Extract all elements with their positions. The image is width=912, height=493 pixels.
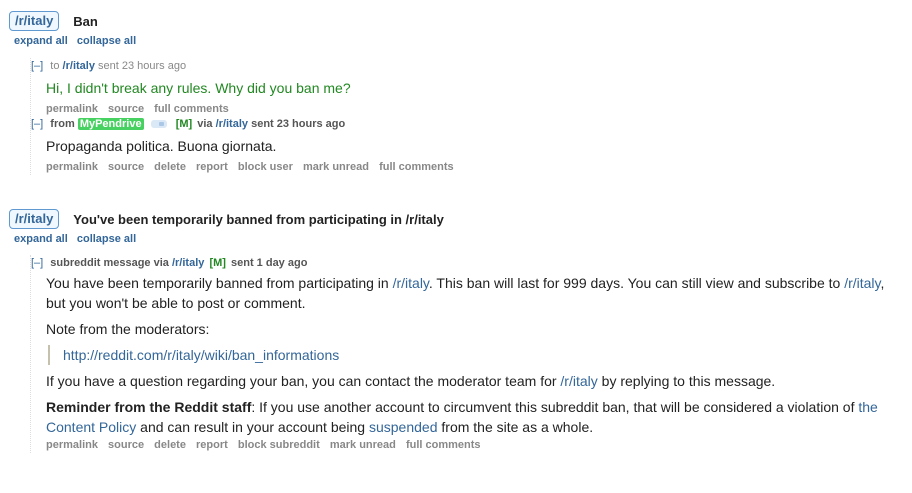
mark-unread-link[interactable]: mark unread [330,439,396,451]
sent-time: sent 23 hours ago [251,118,346,130]
message-item: [–] to /r/italy sent 23 hours ago Hi, I … [30,58,351,117]
moderator-note-quote: http://reddit.com/r/italy/wiki/ban_infor… [48,345,891,365]
ban-paragraph: You have been temporarily banned from pa… [46,273,891,313]
source-link[interactable]: source [108,161,144,173]
expand-controls: expand all collapse all [14,35,142,47]
ban-info-wiki-link[interactable]: http://reddit.com/r/italy/wiki/ban_infor… [63,347,339,363]
message-tagline: [–] subreddit message via /r/italy [M] s… [31,255,891,271]
recipient-link[interactable]: /r/italy [63,60,95,72]
message-thread-ban-notice: /r/italy You've been temporarily banned … [9,208,444,245]
reminder-text-c: from the site as a whole. [437,419,594,435]
collapse-toggle[interactable]: [–] [31,118,43,130]
subreddit-link[interactable]: /r/italy [172,257,204,269]
contact-text-a: If you have a question regarding your ba… [46,373,561,389]
block-user-link[interactable]: block user [238,161,293,173]
source-link[interactable]: source [108,439,144,451]
subreddit-inline-link[interactable]: /r/italy [844,275,880,291]
block-subreddit-link[interactable]: block subreddit [238,439,320,451]
thread-header: /r/italy You've been temporarily banned … [9,208,444,230]
message-actions: permalink source delete report block use… [46,159,461,175]
message-text: Hi, I didn't break any rules. Why did yo… [46,80,351,96]
thread-subject: Ban [73,13,98,29]
message-actions: permalink source full comments [46,101,351,117]
reminder-text-a: : If you use another account to circumve… [251,399,859,415]
via-label: via [197,118,213,130]
sent-time: sent 1 day ago [231,257,308,269]
message-thread-ban: /r/italy Ban expand all collapse all [9,10,142,47]
sent-time: sent 23 hours ago [98,60,187,72]
collapse-all-link[interactable]: collapse all [77,35,136,47]
message-tagline: [–] from MyPendrive [M] via /r/italy sen… [31,116,461,132]
subreddit-inline-link[interactable]: /r/italy [393,275,429,291]
collapse-toggle[interactable]: [–] [31,257,43,269]
expand-all-link[interactable]: expand all [14,35,68,47]
reminder-text-b: and can result in your account being [136,419,369,435]
subreddit-pill[interactable]: /r/italy [9,11,60,31]
collapse-all-link[interactable]: collapse all [77,233,136,245]
ban-text-b: . This ban will last for 999 days. You c… [428,275,845,291]
message-body: You have been temporarily banned from pa… [46,273,891,437]
expand-all-link[interactable]: expand all [14,233,68,245]
permalink-link[interactable]: permalink [46,103,98,115]
permalink-link[interactable]: permalink [46,161,98,173]
message-item: [–] subreddit message via /r/italy [M] s… [30,255,891,453]
report-link[interactable]: report [196,439,228,451]
report-link[interactable]: report [196,161,228,173]
expand-controls: expand all collapse all [14,233,444,245]
author-link[interactable]: MyPendrive [77,118,144,130]
message-actions: permalink source delete report block sub… [46,437,891,453]
message-item: [–] from MyPendrive [M] via /r/italy sen… [30,116,461,175]
collapse-toggle[interactable]: [–] [31,60,43,72]
delete-link[interactable]: delete [154,161,186,173]
subreddit-link[interactable]: /r/italy [216,118,248,130]
tagline-prefix: subreddit message via [50,257,169,269]
moderator-badge: [M] [175,118,193,130]
mark-unread-link[interactable]: mark unread [303,161,369,173]
subreddit-pill[interactable]: /r/italy [9,209,60,229]
source-link[interactable]: source [108,103,144,115]
moderator-note-label: Note from the moderators: [46,321,210,337]
permalink-link[interactable]: permalink [46,439,98,451]
ban-text-a: You have been temporarily banned from pa… [46,275,393,291]
tagline-prefix: to [50,60,60,72]
message-body: Propaganda politica. Buona giornata. [46,136,461,156]
staff-reminder-paragraph: Reminder from the Reddit staff: If you u… [46,397,891,437]
message-text: Propaganda politica. Buona giornata. [46,138,277,154]
full-comments-link[interactable]: full comments [154,103,229,115]
thread-header: /r/italy Ban [9,10,142,32]
message-tagline: [–] to /r/italy sent 23 hours ago [31,58,351,74]
moderator-badge: [M] [209,257,226,269]
subreddit-inline-link[interactable]: /r/italy [560,373,597,389]
mod-mail-icon [150,120,167,129]
message-body: Hi, I didn't break any rules. Why did yo… [46,78,351,98]
staff-reminder-heading: Reminder from the Reddit staff [46,399,252,415]
delete-link[interactable]: delete [154,439,186,451]
full-comments-link[interactable]: full comments [379,161,454,173]
contact-paragraph: If you have a question regarding your ba… [46,371,891,391]
contact-text-b: by replying to this message. [597,373,776,389]
tagline-prefix: from [50,118,75,130]
thread-subject: You've been temporarily banned from part… [73,211,444,227]
suspended-link[interactable]: suspended [369,419,438,435]
full-comments-link[interactable]: full comments [406,439,481,451]
